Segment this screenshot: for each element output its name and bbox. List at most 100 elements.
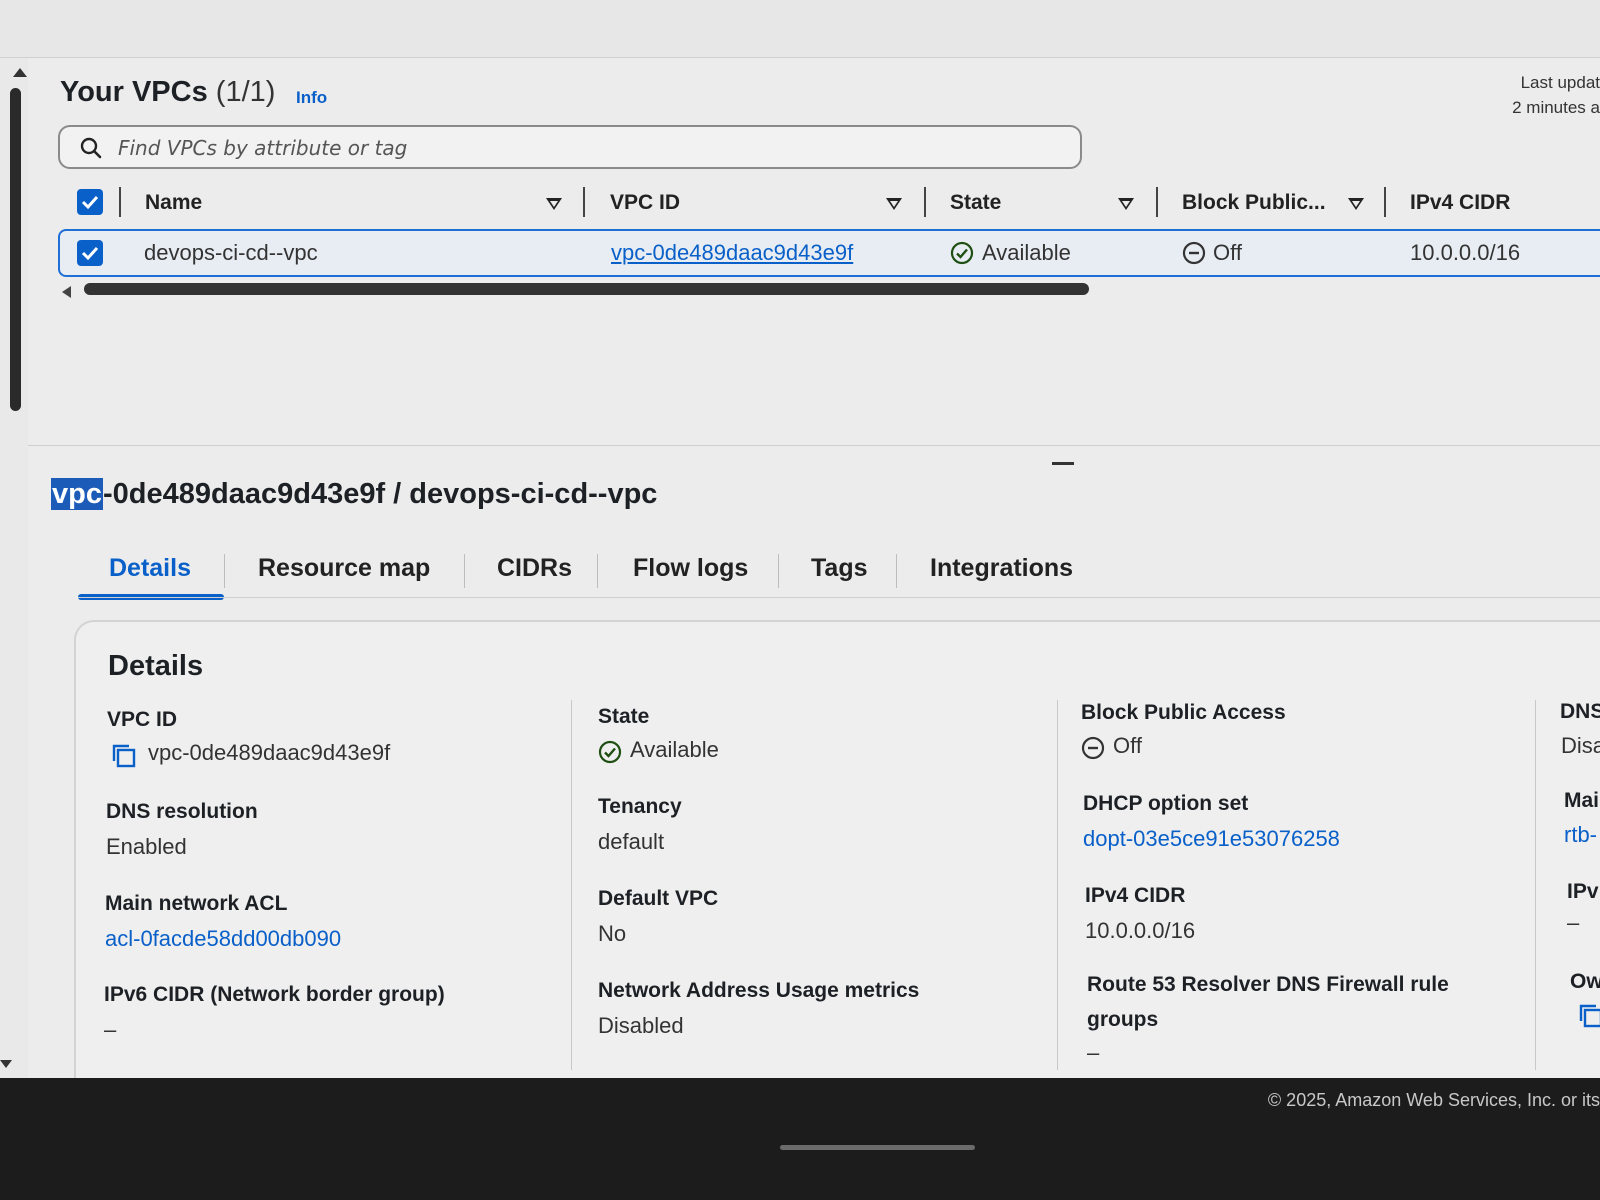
- tenancy-label: Tenancy: [598, 795, 682, 818]
- route53-firewall-label-line1: Route 53 Resolver DNS Firewall rule: [1087, 973, 1449, 996]
- main-network-acl-link[interactable]: acl-0facde58dd00db090: [105, 926, 341, 952]
- main-route-table-label: Mai: [1564, 789, 1600, 812]
- tenancy-value: default: [598, 829, 665, 854]
- nau-metrics-label: Network Address Usage metrics: [598, 979, 920, 1002]
- column-header-state[interactable]: State: [950, 191, 1001, 215]
- dns-resolution-label: DNS resolution: [106, 800, 258, 823]
- sort-down-icon[interactable]: [1348, 198, 1364, 210]
- scroll-thumb[interactable]: [10, 88, 21, 411]
- nau-metrics-value: Disabled: [598, 1013, 684, 1038]
- scroll-down-arrow-icon[interactable]: [0, 1060, 12, 1068]
- dns-hostnames-value: Disa: [1561, 733, 1600, 758]
- dhcp-option-set-label: DHCP option set: [1083, 792, 1249, 815]
- split-panel-divider: [28, 445, 1600, 446]
- block-public-access-label: Block Public Access: [1081, 701, 1286, 724]
- tab-resource-map[interactable]: Resource map: [258, 554, 430, 583]
- vpc-search[interactable]: [58, 125, 1082, 169]
- tab-integrations[interactable]: Integrations: [930, 554, 1073, 583]
- tab-details[interactable]: Details: [109, 554, 191, 583]
- row-checkbox[interactable]: [77, 240, 103, 266]
- ipv6-pool-label: IPv: [1567, 880, 1599, 903]
- vpc-list-title-text: Your VPCs: [60, 76, 208, 108]
- tab-cidrs[interactable]: CIDRs: [497, 554, 572, 583]
- row-name: devops-ci-cd--vpc: [144, 240, 318, 265]
- checkmark-icon: [81, 195, 99, 210]
- table-header: Name VPC ID State Block Public... IPv4 C…: [58, 183, 1600, 227]
- search-input[interactable]: [118, 133, 1058, 163]
- home-indicator: [780, 1145, 975, 1150]
- column-header-ipv4-cidr[interactable]: IPv4 CIDR: [1410, 191, 1510, 215]
- sort-down-icon[interactable]: [546, 198, 562, 210]
- sort-down-icon[interactable]: [886, 198, 902, 210]
- last-updated: Last updat 2 minutes a: [1470, 70, 1600, 120]
- state-label: State: [598, 705, 650, 728]
- detail-title-highlight: vpc: [51, 478, 103, 510]
- tabs-divider: [78, 597, 1600, 598]
- scroll-left-arrow-icon[interactable]: [62, 286, 71, 298]
- split-panel-handle[interactable]: [1052, 462, 1074, 465]
- vpc-id-label: VPC ID: [107, 708, 178, 731]
- block-public-access-value: Off: [1113, 733, 1142, 758]
- column-divider[interactable]: [924, 187, 926, 217]
- route53-firewall-label-line2: groups: [1087, 1008, 1159, 1031]
- tab-flow-logs[interactable]: Flow logs: [633, 554, 748, 583]
- tab-tags[interactable]: Tags: [811, 554, 868, 583]
- search-icon: [80, 137, 102, 159]
- dhcp-option-set-link[interactable]: dopt-03e5ce91e53076258: [1083, 826, 1340, 852]
- tab-separator: [896, 554, 897, 588]
- column-divider: [119, 187, 121, 217]
- column-divider: [1057, 700, 1058, 1070]
- select-all-checkbox[interactable]: [77, 189, 103, 215]
- ipv4-cidr-value: 10.0.0.0/16: [1085, 918, 1196, 943]
- dns-resolution-value: Enabled: [106, 834, 187, 859]
- table-row[interactable]: devops-ci-cd--vpc vpc-0de489daac9d43e9f …: [58, 229, 1600, 277]
- detail-tabs: Details Resource map CIDRs Flow logs Tag…: [78, 548, 1600, 600]
- sort-down-icon[interactable]: [1118, 198, 1134, 210]
- horizontal-scroll-thumb[interactable]: [84, 283, 1089, 295]
- column-divider[interactable]: [583, 187, 585, 217]
- column-divider[interactable]: [1384, 187, 1386, 217]
- ipv6-pool-value: –: [1567, 910, 1580, 935]
- minus-circle-icon: [1182, 241, 1206, 265]
- tab-separator: [464, 554, 465, 588]
- default-vpc-value: No: [598, 921, 627, 946]
- copy-icon[interactable]: [111, 743, 137, 769]
- column-divider: [1535, 700, 1536, 1070]
- details-heading: Details: [108, 650, 204, 682]
- ipv4-cidr-label: IPv4 CIDR: [1085, 884, 1186, 907]
- footer: © 2025, Amazon Web Services, Inc. or its: [0, 1078, 1600, 1200]
- tab-separator: [778, 554, 779, 588]
- checkmark-icon: [81, 246, 99, 261]
- page-scrollbar[interactable]: [0, 58, 28, 1078]
- row-state: Available: [982, 240, 1071, 265]
- info-link[interactable]: Info: [296, 88, 327, 108]
- detail-title-rest: -0de489daac9d43e9f / devops-ci-cd--vpc: [102, 478, 658, 510]
- vpc-list-title: Your VPCs (1/1): [60, 76, 275, 109]
- footer-copyright: © 2025, Amazon Web Services, Inc. or its: [1267, 1090, 1600, 1110]
- top-bar: [0, 0, 1600, 58]
- check-circle-icon: [950, 241, 974, 265]
- column-header-vpc-id[interactable]: VPC ID: [610, 191, 680, 215]
- default-vpc-label: Default VPC: [598, 887, 719, 910]
- minus-circle-icon: [1081, 736, 1105, 760]
- row-vpc-id-link[interactable]: vpc-0de489daac9d43e9f: [611, 240, 853, 266]
- ipv6-cidr-label: IPv6 CIDR (Network border group): [104, 983, 445, 1006]
- column-header-block-public[interactable]: Block Public...: [1182, 191, 1326, 215]
- detail-title: vpc-0de489daac9d43e9f / devops-ci-cd--vp…: [51, 478, 657, 511]
- column-header-name[interactable]: Name: [145, 191, 202, 215]
- state-value: Available: [630, 737, 719, 762]
- table-horizontal-scrollbar[interactable]: [62, 283, 1102, 299]
- vpc-id-value: vpc-0de489daac9d43e9f: [148, 740, 391, 765]
- scroll-up-arrow-icon[interactable]: [13, 68, 27, 77]
- column-divider[interactable]: [1156, 187, 1158, 217]
- dns-hostnames-label: DNS: [1560, 700, 1600, 723]
- check-circle-icon: [598, 740, 622, 764]
- vpc-list-count: (1/1): [215, 76, 276, 108]
- tab-separator: [597, 554, 598, 588]
- tab-separator: [224, 554, 225, 588]
- copy-icon[interactable]: [1578, 1003, 1600, 1029]
- main-route-table-link[interactable]: rtb-: [1564, 822, 1597, 848]
- last-updated-line-1: Last updat: [1520, 73, 1600, 92]
- details-card: [74, 620, 1600, 1080]
- route53-firewall-value: –: [1087, 1040, 1100, 1065]
